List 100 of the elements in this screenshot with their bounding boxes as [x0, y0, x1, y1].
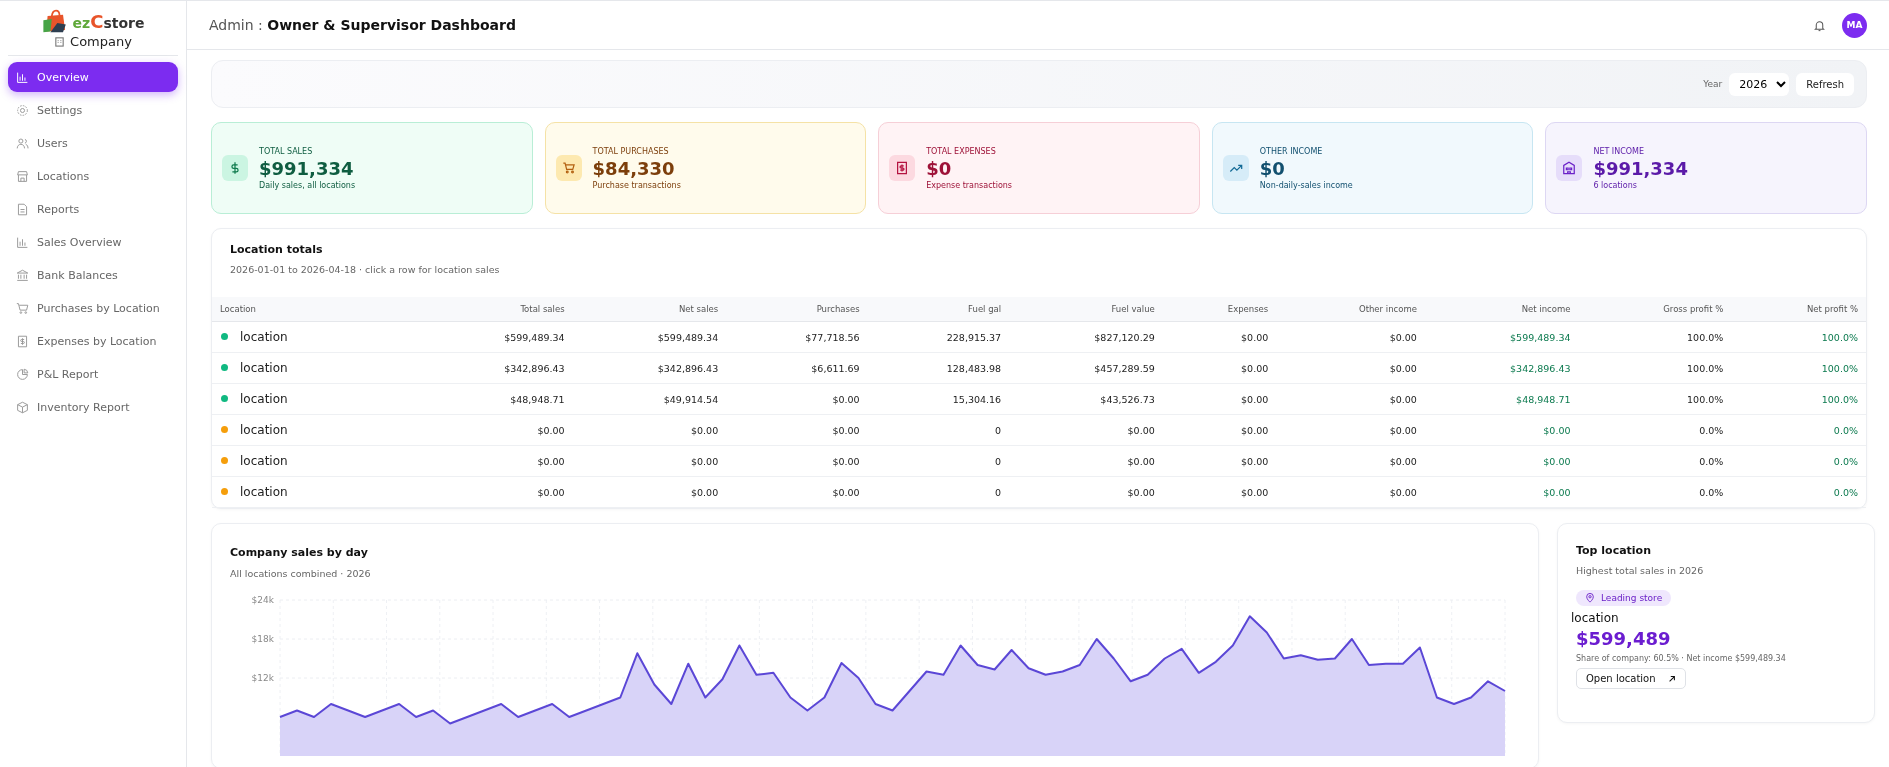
table-cell: $0.00 [726, 414, 868, 446]
table-cell: $0.00 [1162, 476, 1277, 508]
table-cell: $0.00 [1009, 476, 1163, 508]
location-link[interactable]: location [212, 445, 419, 477]
notification-bell-icon[interactable] [1813, 18, 1826, 32]
table-cell: 228,915.37 [867, 321, 1010, 353]
table-cell: 0.0% [1578, 445, 1732, 477]
stat-value: $84,330 [592, 157, 676, 179]
refresh-button[interactable]: Refresh [1796, 72, 1854, 96]
column-header: Purchases [726, 297, 868, 322]
stat-title: NET INCOME [1593, 146, 1646, 156]
table-cell: 0.0% [1731, 414, 1866, 446]
stat-title: TOTAL EXPENSES [926, 146, 997, 156]
table-cell: 100.0% [1731, 321, 1866, 353]
table-cell: $0.00 [1276, 383, 1425, 415]
sidebar-item[interactable]: Users [8, 128, 178, 158]
table-cell: 100.0% [1731, 352, 1866, 384]
table-cell: $0.00 [1162, 383, 1277, 415]
panel-subtitle: Highest total sales in 2026 [1576, 565, 1704, 576]
sidebar-item[interactable]: Bank Balances [8, 260, 178, 290]
table-cell: $599,489.34 [572, 321, 727, 353]
location-link[interactable]: location [212, 476, 419, 508]
column-header: Fuel value [1009, 297, 1163, 322]
table-cell: $49,914.54 [572, 383, 727, 415]
sidebar-item[interactable]: Locations [8, 161, 178, 191]
table-cell: $599,489.34 [419, 321, 573, 353]
table-cell: $0.00 [572, 414, 727, 446]
sidebar-item[interactable]: Inventory Report [8, 392, 178, 422]
table-cell: $0.00 [1424, 414, 1579, 446]
dollar-icon [222, 155, 248, 181]
page-title: Admin : Owner & Supervisor Dashboard [209, 17, 516, 33]
stat-title: OTHER INCOME [1259, 146, 1324, 156]
table-cell: $48,948.71 [419, 383, 573, 415]
column-header: Net sales [572, 297, 727, 322]
y-axis-label: $24k [251, 595, 274, 605]
column-header: Net profit % [1731, 297, 1866, 322]
sidebar-item[interactable]: Overview [8, 62, 178, 92]
table-cell: $0.00 [726, 476, 868, 508]
sidebar-item[interactable]: Reports [8, 194, 178, 224]
building-icon [1556, 155, 1583, 181]
table-cell: $0.00 [1162, 321, 1277, 353]
location-sales-amount: $599,489 [1576, 628, 1671, 649]
column-header: Fuel gal [867, 297, 1010, 322]
table-cell: 100.0% [1731, 383, 1866, 415]
bank-icon [16, 268, 29, 282]
cart-icon [16, 301, 29, 315]
stat-note: Non-daily-sales income [1259, 180, 1353, 190]
table-cell: $599,489.34 [1424, 321, 1579, 353]
year-label: Year [1703, 79, 1723, 89]
location-link[interactable]: location [212, 414, 419, 446]
open-location-button[interactable]: Open location [1576, 668, 1686, 689]
stat-note: 6 locations [1593, 180, 1638, 190]
sidebar-item[interactable]: P&L Report [8, 359, 178, 389]
panel-title: Top location [1576, 544, 1651, 557]
y-axis-label: $12k [251, 673, 274, 683]
table-cell: $0.00 [1276, 352, 1425, 384]
sidebar-item[interactable]: Sales Overview [8, 227, 178, 257]
table-cell: $0.00 [1009, 445, 1163, 477]
table-cell: $0.00 [1162, 352, 1277, 384]
location-name: location [1571, 611, 1619, 625]
table-cell: $0.00 [419, 445, 573, 477]
table-cell: 100.0% [1578, 321, 1732, 353]
sidebar-item[interactable]: Purchases by Location [8, 293, 178, 323]
table-cell: $0.00 [572, 476, 727, 508]
location-link[interactable]: location [212, 321, 419, 353]
stat-value: $0 [1259, 157, 1286, 179]
stat-value: $991,334 [259, 157, 355, 179]
table-cell: $0.00 [1162, 414, 1277, 446]
store-icon [16, 169, 29, 183]
user-avatar[interactable]: MA [1842, 12, 1867, 38]
panel-subtitle: 2026-01-01 to 2026-04-18 · click a row for location sales [230, 264, 501, 275]
table-cell: $0.00 [726, 445, 868, 477]
location-link[interactable]: location [212, 383, 419, 415]
year-select[interactable]: 2026 [1729, 72, 1790, 96]
stat-note: Purchase transactions [592, 180, 681, 190]
table-cell: 0 [867, 476, 1010, 508]
column-header: Expenses [1162, 297, 1277, 322]
table-cell: $0.00 [1424, 445, 1579, 477]
table-cell: 0 [867, 445, 1010, 477]
table-cell: $0.00 [419, 414, 573, 446]
gear-icon [16, 103, 29, 117]
table-cell: $0.00 [1276, 445, 1425, 477]
badge-label: Leading store [1601, 593, 1663, 603]
sidebar-item[interactable]: Expenses by Location [8, 326, 178, 356]
table-cell: $0.00 [1009, 414, 1163, 446]
column-header: Total sales [419, 297, 573, 322]
table-cell: 0 [867, 414, 1010, 446]
location-link[interactable]: location [212, 352, 419, 384]
y-axis-label: $18k [251, 634, 274, 644]
table-cell: 128,483.98 [867, 352, 1010, 384]
table-cell: 0.0% [1578, 414, 1732, 446]
sidebar-item[interactable]: Settings [8, 95, 178, 125]
pie-chart-icon [16, 367, 29, 381]
company-name: Company [70, 34, 132, 49]
table-cell: $0.00 [1276, 414, 1425, 446]
arrow-up-right-icon [1667, 674, 1676, 683]
column-header: Gross profit % [1578, 297, 1732, 322]
column-header: Net income [1424, 297, 1579, 322]
panel-title: Location totals [230, 243, 324, 256]
table-cell: $342,896.43 [1424, 352, 1579, 384]
